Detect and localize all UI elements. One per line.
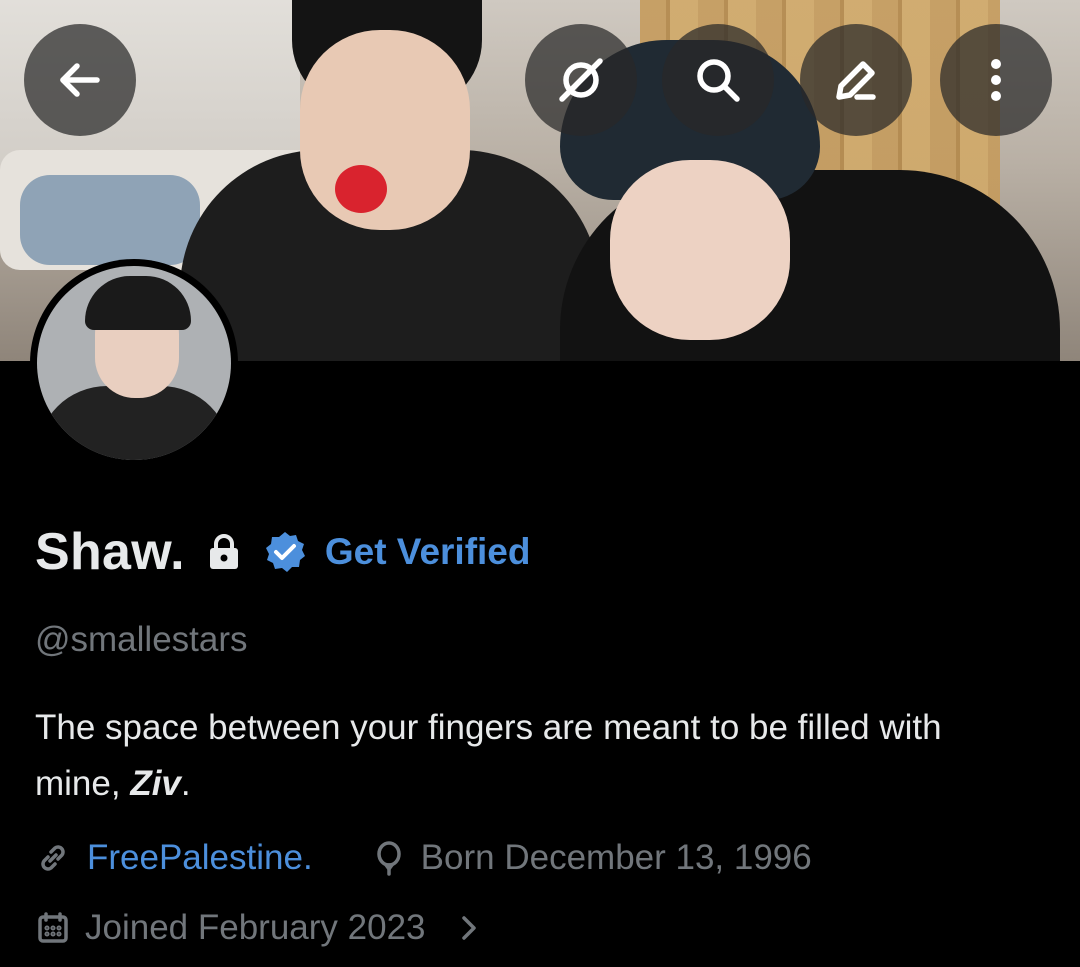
profile-name-row: Shaw. Get Verified: [35, 522, 530, 582]
profile-meta-row: FreePalestine. Born December 13, 1996: [35, 838, 812, 878]
back-button[interactable]: [24, 24, 136, 136]
search-button[interactable]: [662, 24, 774, 136]
website-link[interactable]: FreePalestine.: [87, 838, 313, 878]
banner-person-right-face: [610, 160, 790, 340]
birthday-item: Born December 13, 1996: [371, 838, 812, 878]
bio-bold-text: Ziv: [130, 764, 181, 803]
avatar-hair: [85, 276, 191, 330]
profile-handle: @smallestars: [35, 620, 248, 659]
banner-pillow: [20, 175, 200, 265]
chevron-right-icon: [461, 916, 476, 940]
calendar-icon: [38, 912, 68, 943]
arrow-left-icon: [60, 63, 100, 97]
banner-person-left-face: [300, 30, 470, 230]
grok-icon: [559, 58, 603, 102]
pencil-icon: [836, 61, 876, 100]
bio-end: .: [180, 764, 191, 803]
balloon-icon: [376, 841, 401, 876]
search-icon: [697, 59, 740, 102]
birthday-text: Born December 13, 1996: [420, 838, 812, 877]
avatar-image: [37, 266, 231, 460]
get-verified-link[interactable]: Get Verified: [325, 531, 531, 573]
link-icon: [41, 845, 65, 871]
joined-text: Joined February 2023: [85, 908, 426, 947]
grok-button[interactable]: [525, 24, 637, 136]
joined-row[interactable]: Joined February 2023: [35, 908, 488, 948]
avatar[interactable]: [30, 259, 238, 467]
more-options-button[interactable]: [940, 24, 1052, 136]
display-name: Shaw.: [35, 523, 185, 581]
banner-strawberry: [335, 165, 387, 213]
verified-badge-icon[interactable]: [263, 530, 307, 574]
more-vertical-icon: [991, 59, 1001, 101]
profile-bio: The space between your fingers are meant…: [35, 700, 1035, 812]
edit-button[interactable]: [800, 24, 912, 136]
lock-icon: [209, 534, 238, 569]
